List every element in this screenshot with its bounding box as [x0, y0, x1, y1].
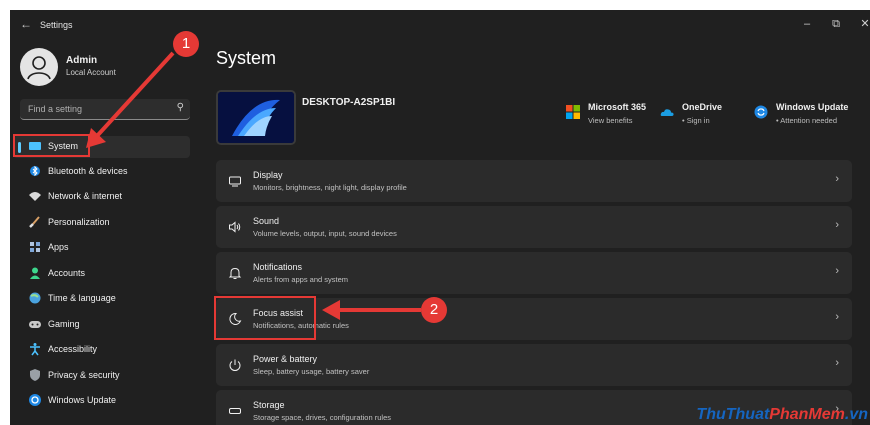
watermark-part-2: PhanMem [769, 406, 845, 423]
watermark-part-3: .vn [844, 406, 868, 423]
step-1-badge: 1 [173, 31, 199, 57]
annotation-arrow-1 [95, 51, 175, 138]
watermark-part-1: ThuThuat [696, 406, 770, 423]
annotation-arrows [86, 51, 421, 320]
annotation-arrowhead-2 [322, 300, 340, 320]
step-2-badge: 2 [421, 297, 447, 323]
watermark: ThuThuatPhanMem.vn [696, 406, 868, 424]
